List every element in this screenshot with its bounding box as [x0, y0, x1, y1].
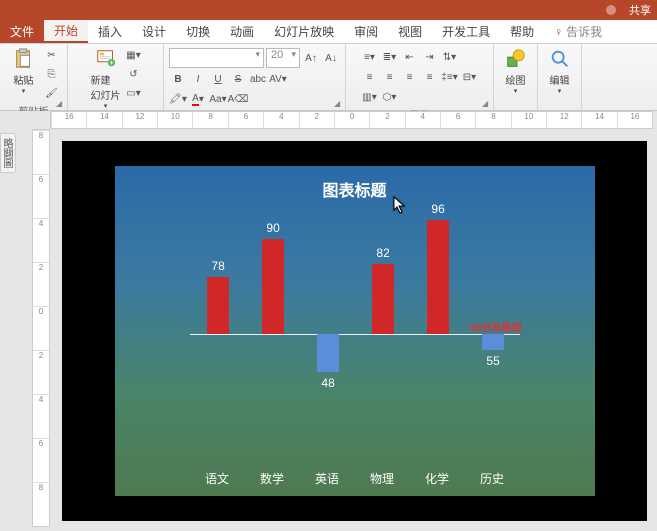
highlight-button[interactable]: 🖍▾: [169, 90, 187, 108]
paste-button[interactable]: 粘贴▾: [7, 46, 41, 95]
highlight-icon: 🖍: [169, 94, 182, 105]
strike-button[interactable]: S: [229, 70, 247, 88]
scissors-icon: ✂: [47, 50, 55, 61]
ribbon-tabs: 文件 开始 插入 设计 切换 动画 幻灯片放映 审阅 视图 开发工具 帮助 ♀告…: [0, 20, 657, 44]
numbering-button[interactable]: ≣▾: [381, 48, 399, 66]
chart-data-label: 78: [207, 259, 229, 273]
drawing-button[interactable]: 绘图▾: [499, 46, 533, 95]
chart-data-label: 90: [262, 221, 284, 235]
share-button[interactable]: 共享: [596, 2, 651, 18]
chart-category-label: 数学: [245, 470, 300, 487]
chart-object[interactable]: 图表标题 78904882965560分及格线 语文数学英语物理化学历史: [180, 171, 530, 491]
chart-data-label: 55: [482, 354, 504, 368]
tab-design[interactable]: 设计: [132, 20, 176, 43]
workspace: 略闢圖 1614121086420246810121416 864202468 …: [0, 111, 657, 531]
chart-bar[interactable]: 78: [207, 277, 229, 334]
layout-icon: ▦: [126, 50, 135, 61]
shapes-icon: [505, 48, 527, 70]
dialog-launcher-icon[interactable]: ◢: [56, 99, 66, 109]
tab-file[interactable]: 文件: [0, 20, 44, 43]
justify-button[interactable]: ≡: [421, 68, 439, 86]
columns-button[interactable]: ▥▾: [361, 88, 379, 106]
dialog-launcher-icon[interactable]: ◢: [334, 99, 344, 109]
chart-bar[interactable]: 48: [317, 334, 339, 372]
titlebar: 共享: [0, 0, 657, 20]
align-left-button[interactable]: ≡: [361, 68, 379, 86]
chart-plot-area[interactable]: 78904882965560分及格线: [190, 207, 520, 461]
chart-category-label: 物理: [355, 470, 410, 487]
align-text-button[interactable]: ⊟▾: [461, 68, 479, 86]
find-icon: [549, 48, 571, 70]
chart-category-label: 英语: [300, 470, 355, 487]
section-icon: ▭: [126, 88, 135, 99]
italic-button[interactable]: I: [189, 70, 207, 88]
shadow-button[interactable]: abc: [249, 70, 267, 88]
eraser-icon: A⌫: [228, 94, 249, 105]
new-slide-icon: [95, 48, 117, 70]
chart-bar[interactable]: 55: [482, 334, 504, 350]
chart-category-label: 语文: [190, 470, 245, 487]
smartart-icon: ⬡: [383, 92, 392, 103]
change-case-button[interactable]: Aa▾: [209, 90, 227, 108]
chart-data-label: 82: [372, 246, 394, 260]
section-button[interactable]: ▭▾: [125, 84, 143, 102]
dialog-launcher-icon[interactable]: ◢: [482, 99, 492, 109]
slide-canvas[interactable]: 图表标题 78904882965560分及格线 语文数学英语物理化学历史: [62, 141, 647, 521]
chart-category-label: 历史: [465, 470, 520, 487]
chart-baseline: [190, 334, 520, 335]
ribbon: 粘贴▾ ✂ ⎘ 🖌 剪贴板 ◢ 新建 幻灯片▾ ▦▾ ↺ ▭▾ 幻灯片: [0, 44, 657, 111]
chart-data-label: 48: [317, 376, 339, 390]
tab-review[interactable]: 审阅: [344, 20, 388, 43]
font-size-combo[interactable]: 20: [266, 48, 300, 68]
chart-category-axis: 语文数学英语物理化学历史: [190, 470, 520, 487]
new-slide-button[interactable]: 新建 幻灯片▾: [89, 46, 123, 110]
thumbnails-panel-collapsed[interactable]: 略闢圖: [0, 133, 16, 173]
chart-bar[interactable]: 82: [372, 264, 394, 334]
indent-inc-button[interactable]: ⇥: [421, 48, 439, 66]
underline-button[interactable]: U: [209, 70, 227, 88]
grow-font-button[interactable]: A↑: [302, 49, 320, 67]
bullets-button[interactable]: ≡▾: [361, 48, 379, 66]
layout-button[interactable]: ▦▾: [125, 46, 143, 64]
chart-passline-label: 60分及格线: [470, 319, 521, 334]
tab-home[interactable]: 开始: [44, 20, 88, 43]
vertical-ruler[interactable]: 864202468: [32, 129, 50, 527]
reset-button[interactable]: ↺: [125, 65, 143, 83]
smartart-button[interactable]: ⬡▾: [381, 88, 399, 106]
align-right-button[interactable]: ≡: [401, 68, 419, 86]
tab-view[interactable]: 视图: [388, 20, 432, 43]
horizontal-ruler[interactable]: 1614121086420246810121416: [50, 111, 653, 129]
align-center-button[interactable]: ≡: [381, 68, 399, 86]
editing-button[interactable]: 编辑▾: [543, 46, 577, 95]
cut-button[interactable]: ✂: [43, 46, 61, 64]
tab-slideshow[interactable]: 幻灯片放映: [264, 20, 344, 43]
spacing-button[interactable]: AV▾: [269, 70, 287, 88]
line-spacing-button[interactable]: ‡≡▾: [441, 68, 459, 86]
copy-icon: ⎘: [48, 69, 56, 80]
paste-icon: [13, 48, 35, 70]
reset-icon: ↺: [129, 69, 137, 80]
clear-format-button[interactable]: A⌫: [229, 90, 247, 108]
text-direction-button[interactable]: ⇅▾: [441, 48, 459, 66]
bold-button[interactable]: B: [169, 70, 187, 88]
tab-developer[interactable]: 开发工具: [432, 20, 500, 43]
chart-bar[interactable]: 90: [262, 239, 284, 334]
chart-title[interactable]: 图表标题: [180, 177, 530, 201]
tab-insert[interactable]: 插入: [88, 20, 132, 43]
font-family-combo[interactable]: [169, 48, 264, 68]
tab-transition[interactable]: 切换: [176, 20, 220, 43]
brush-icon: 🖌: [45, 88, 58, 99]
slide[interactable]: 图表标题 78904882965560分及格线 语文数学英语物理化学历史: [115, 166, 595, 496]
tab-help[interactable]: 帮助: [500, 20, 544, 43]
shrink-font-button[interactable]: A↓: [322, 49, 340, 67]
chart-category-label: 化学: [410, 470, 465, 487]
copy-button[interactable]: ⎘: [43, 65, 61, 83]
chart-data-label: 96: [427, 202, 449, 216]
indent-dec-button[interactable]: ⇤: [401, 48, 419, 66]
chart-bar[interactable]: 96: [427, 220, 449, 334]
font-color-button[interactable]: A▾: [189, 90, 207, 108]
tab-tell-me[interactable]: ♀告诉我: [544, 20, 612, 43]
tab-animation[interactable]: 动画: [220, 20, 264, 43]
